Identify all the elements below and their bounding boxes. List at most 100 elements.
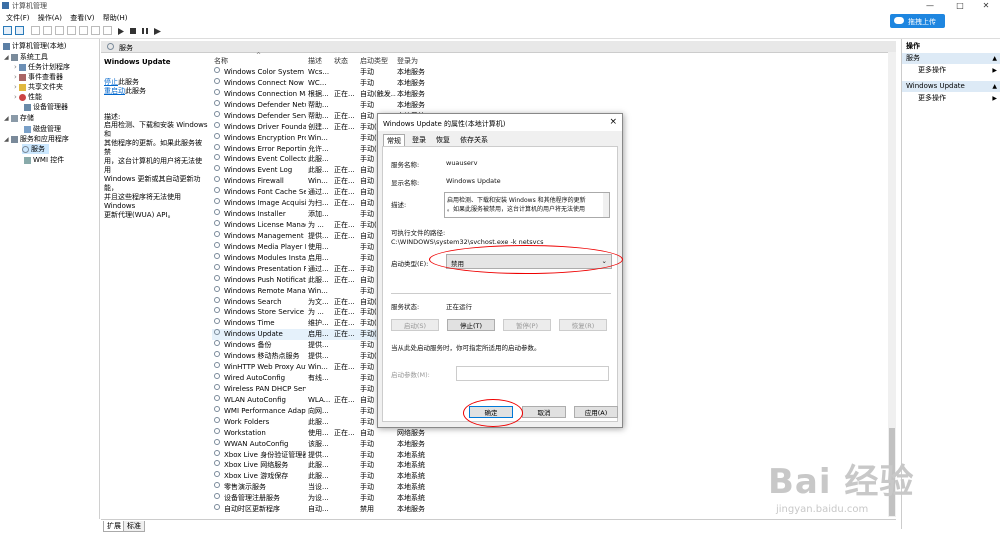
menu-view[interactable]: 查看(V) [70, 12, 94, 24]
properties-icon[interactable] [79, 26, 88, 35]
service-name-cell: Windows Management I... [224, 231, 306, 240]
actions-section-services[interactable]: 服务 ▲ [902, 53, 1000, 64]
actions-section-windows-update[interactable]: Windows Update ▲ [902, 81, 1000, 92]
menu-help[interactable]: 帮助(H) [103, 12, 128, 24]
service-name-cell: WMI Performance Adapt... [224, 406, 306, 415]
close-icon[interactable]: ✕ [972, 0, 1000, 12]
service-startup-cell: 手动 [360, 100, 374, 109]
actions-more-2[interactable]: 更多操作 ▶ [902, 93, 1000, 104]
menu-file[interactable]: 文件(F) [6, 12, 30, 24]
table-row[interactable]: Windows Color System Wcs... 手动 本地服务 [212, 67, 452, 78]
stop-service-icon[interactable] [130, 28, 136, 34]
restart-service-link[interactable]: 重启动 [104, 87, 125, 95]
pause-button[interactable]: 暂停(P) [503, 319, 551, 331]
start-button[interactable]: 启动(S) [391, 319, 439, 331]
tree-item-services[interactable]: 服务 [22, 144, 49, 154]
service-status-cell: 正在... [334, 177, 355, 186]
service-name-cell: 自动时区更新程序 [224, 505, 280, 514]
tree-item-device-manager[interactable]: 设备管理器 [24, 102, 68, 112]
description-textbox[interactable]: 启用检测、下载和安装 Windows 和其他程序的更新 。如果此服务被禁用，这台… [444, 192, 610, 218]
upload-button[interactable]: 拖拽上传 [890, 14, 945, 28]
chevron-right-icon: › [14, 93, 17, 101]
tree-item-shared-folders[interactable]: › 共享文件夹 [14, 82, 63, 92]
actions-more-1[interactable]: 更多操作 ▶ [902, 65, 1000, 76]
column-header-name[interactable]: 名称 [214, 56, 228, 66]
service-status-cell: 正在... [334, 231, 355, 240]
tree-item-storage[interactable]: ◢ 存储 [4, 113, 34, 123]
stop-button[interactable]: 停止(T) [447, 319, 495, 331]
table-row[interactable]: Windows Defender Netw...帮助... 手动 本地服务 [212, 99, 452, 111]
description-text: 启用检测、下载和安装 Windows 和 其他程序的更新。如果此服务被禁 用，这… [104, 121, 208, 219]
minimize-icon[interactable]: — [916, 0, 944, 12]
close-icon[interactable]: × [609, 117, 617, 127]
start-params-input[interactable] [456, 366, 609, 381]
gear-icon [214, 296, 220, 303]
show-tree-icon[interactable] [43, 26, 52, 35]
column-header-startup-type[interactable]: 启动类型 [360, 56, 388, 66]
tree-item-event-viewer[interactable]: › 事件查看器 [14, 72, 63, 82]
mmc-icon[interactable] [103, 26, 112, 35]
service-name-cell: Xbox Live 游戏保存 [224, 472, 289, 481]
service-status-cell: 正在... [334, 319, 355, 328]
table-row[interactable]: Workstation 使用... 正在... 自动 网络服务 [212, 427, 452, 439]
cloud-upload-icon [894, 17, 904, 24]
table-row[interactable]: 设备管理注册服务 为设... 手动 本地系统 [212, 493, 452, 504]
chevron-down-icon: ◢ [4, 136, 9, 143]
back-icon[interactable] [3, 26, 12, 35]
sort-chevron-icon: ^ [256, 52, 262, 59]
cancel-button[interactable]: 取消 [522, 406, 566, 418]
table-row[interactable]: Windows Connect Now -...WC... 手动 本地服务 [212, 77, 452, 89]
menu-action[interactable]: 操作(A) [38, 12, 62, 24]
tab-standard[interactable]: 标准 [123, 521, 145, 532]
description-scrollbar[interactable] [603, 193, 609, 217]
tab-extended[interactable]: 扩展 [103, 521, 125, 532]
tree-item-task-scheduler[interactable]: › 任务计划程序 [14, 62, 70, 72]
gear-icon [214, 274, 220, 281]
column-header-status[interactable]: 状态 [334, 56, 348, 66]
table-row[interactable]: Xbox Live 身份验证管理器 提供... 手动 本地系统 [212, 449, 452, 461]
table-row[interactable]: WWAN AutoConfig 该服... 手动 本地服务 [212, 438, 452, 450]
tree-item-wmi-control[interactable]: WMI 控件 [24, 155, 64, 165]
resume-button[interactable]: 恢复(R) [559, 319, 607, 331]
start-params-label: 启动参数(M): [391, 371, 430, 379]
tree-item-performance[interactable]: › 性能 [14, 92, 42, 102]
chevron-right-icon: ▶ [992, 67, 997, 74]
column-header-logon-as[interactable]: 登录为 [397, 56, 418, 66]
tree-item-computer-management[interactable]: 计算机管理(本地) [3, 41, 66, 51]
tree-item-disk-management[interactable]: 磁盘管理 [24, 124, 61, 134]
export-icon[interactable] [55, 26, 64, 35]
table-row[interactable]: Windows Connection Ma...根据... 正在... 自动(触发.… [212, 88, 452, 100]
gear-icon [214, 307, 220, 314]
title-bar: 计算机管理 — □ ✕ [0, 0, 1000, 12]
service-desc-cell: 提供... [308, 352, 329, 361]
pause-service-icon[interactable] [142, 28, 148, 34]
stop-service-link[interactable]: 停止 [104, 78, 118, 86]
tree-item-services-apps[interactable]: ◢ 服务和应用程序 [4, 134, 69, 144]
table-row[interactable]: 零售演示服务 当设... 手动 本地系统 [212, 482, 452, 493]
table-row[interactable]: 自动时区更新程序 自动... 禁用 本地服务 [212, 504, 452, 515]
service-name-cell: Windows Font Cache Ser... [224, 188, 306, 197]
gear-icon [214, 99, 220, 106]
tab-recovery[interactable]: 恢复 [433, 134, 453, 146]
help-icon[interactable] [91, 26, 100, 35]
table-row[interactable]: Xbox Live 游戏保存 此服... 手动 本地系统 [212, 471, 452, 482]
apply-button[interactable]: 应用(A) [574, 406, 618, 418]
up-folder-icon[interactable] [31, 26, 40, 35]
event-log-icon [19, 73, 27, 81]
service-desc-cell: WC... [308, 78, 327, 87]
dialog-title-bar: Windows Update 的属性(本地计算机) × [378, 114, 622, 131]
tree-item-system-tools[interactable]: ◢ 系统工具 [4, 52, 48, 62]
column-header-description[interactable]: 描述 [308, 56, 322, 66]
refresh-icon[interactable] [67, 26, 76, 35]
table-row[interactable]: Xbox Live 网络服务 此服... 手动 本地系统 [212, 460, 452, 471]
service-desc-cell: 该服... [308, 439, 329, 448]
gear-icon [214, 220, 220, 227]
forward-icon[interactable] [15, 26, 24, 35]
maximize-icon[interactable]: □ [946, 0, 974, 12]
tab-logon[interactable]: 登录 [409, 134, 429, 146]
service-desc-cell: 允许... [308, 144, 329, 153]
tab-dependencies[interactable]: 依存关系 [457, 134, 491, 146]
start-params-hint: 当从此处启动服务时，你可指定所适用的启动参数。 [391, 344, 541, 352]
service-logon-cell: 本地服务 [397, 68, 425, 76]
service-status-cell: 正在... [334, 308, 355, 317]
